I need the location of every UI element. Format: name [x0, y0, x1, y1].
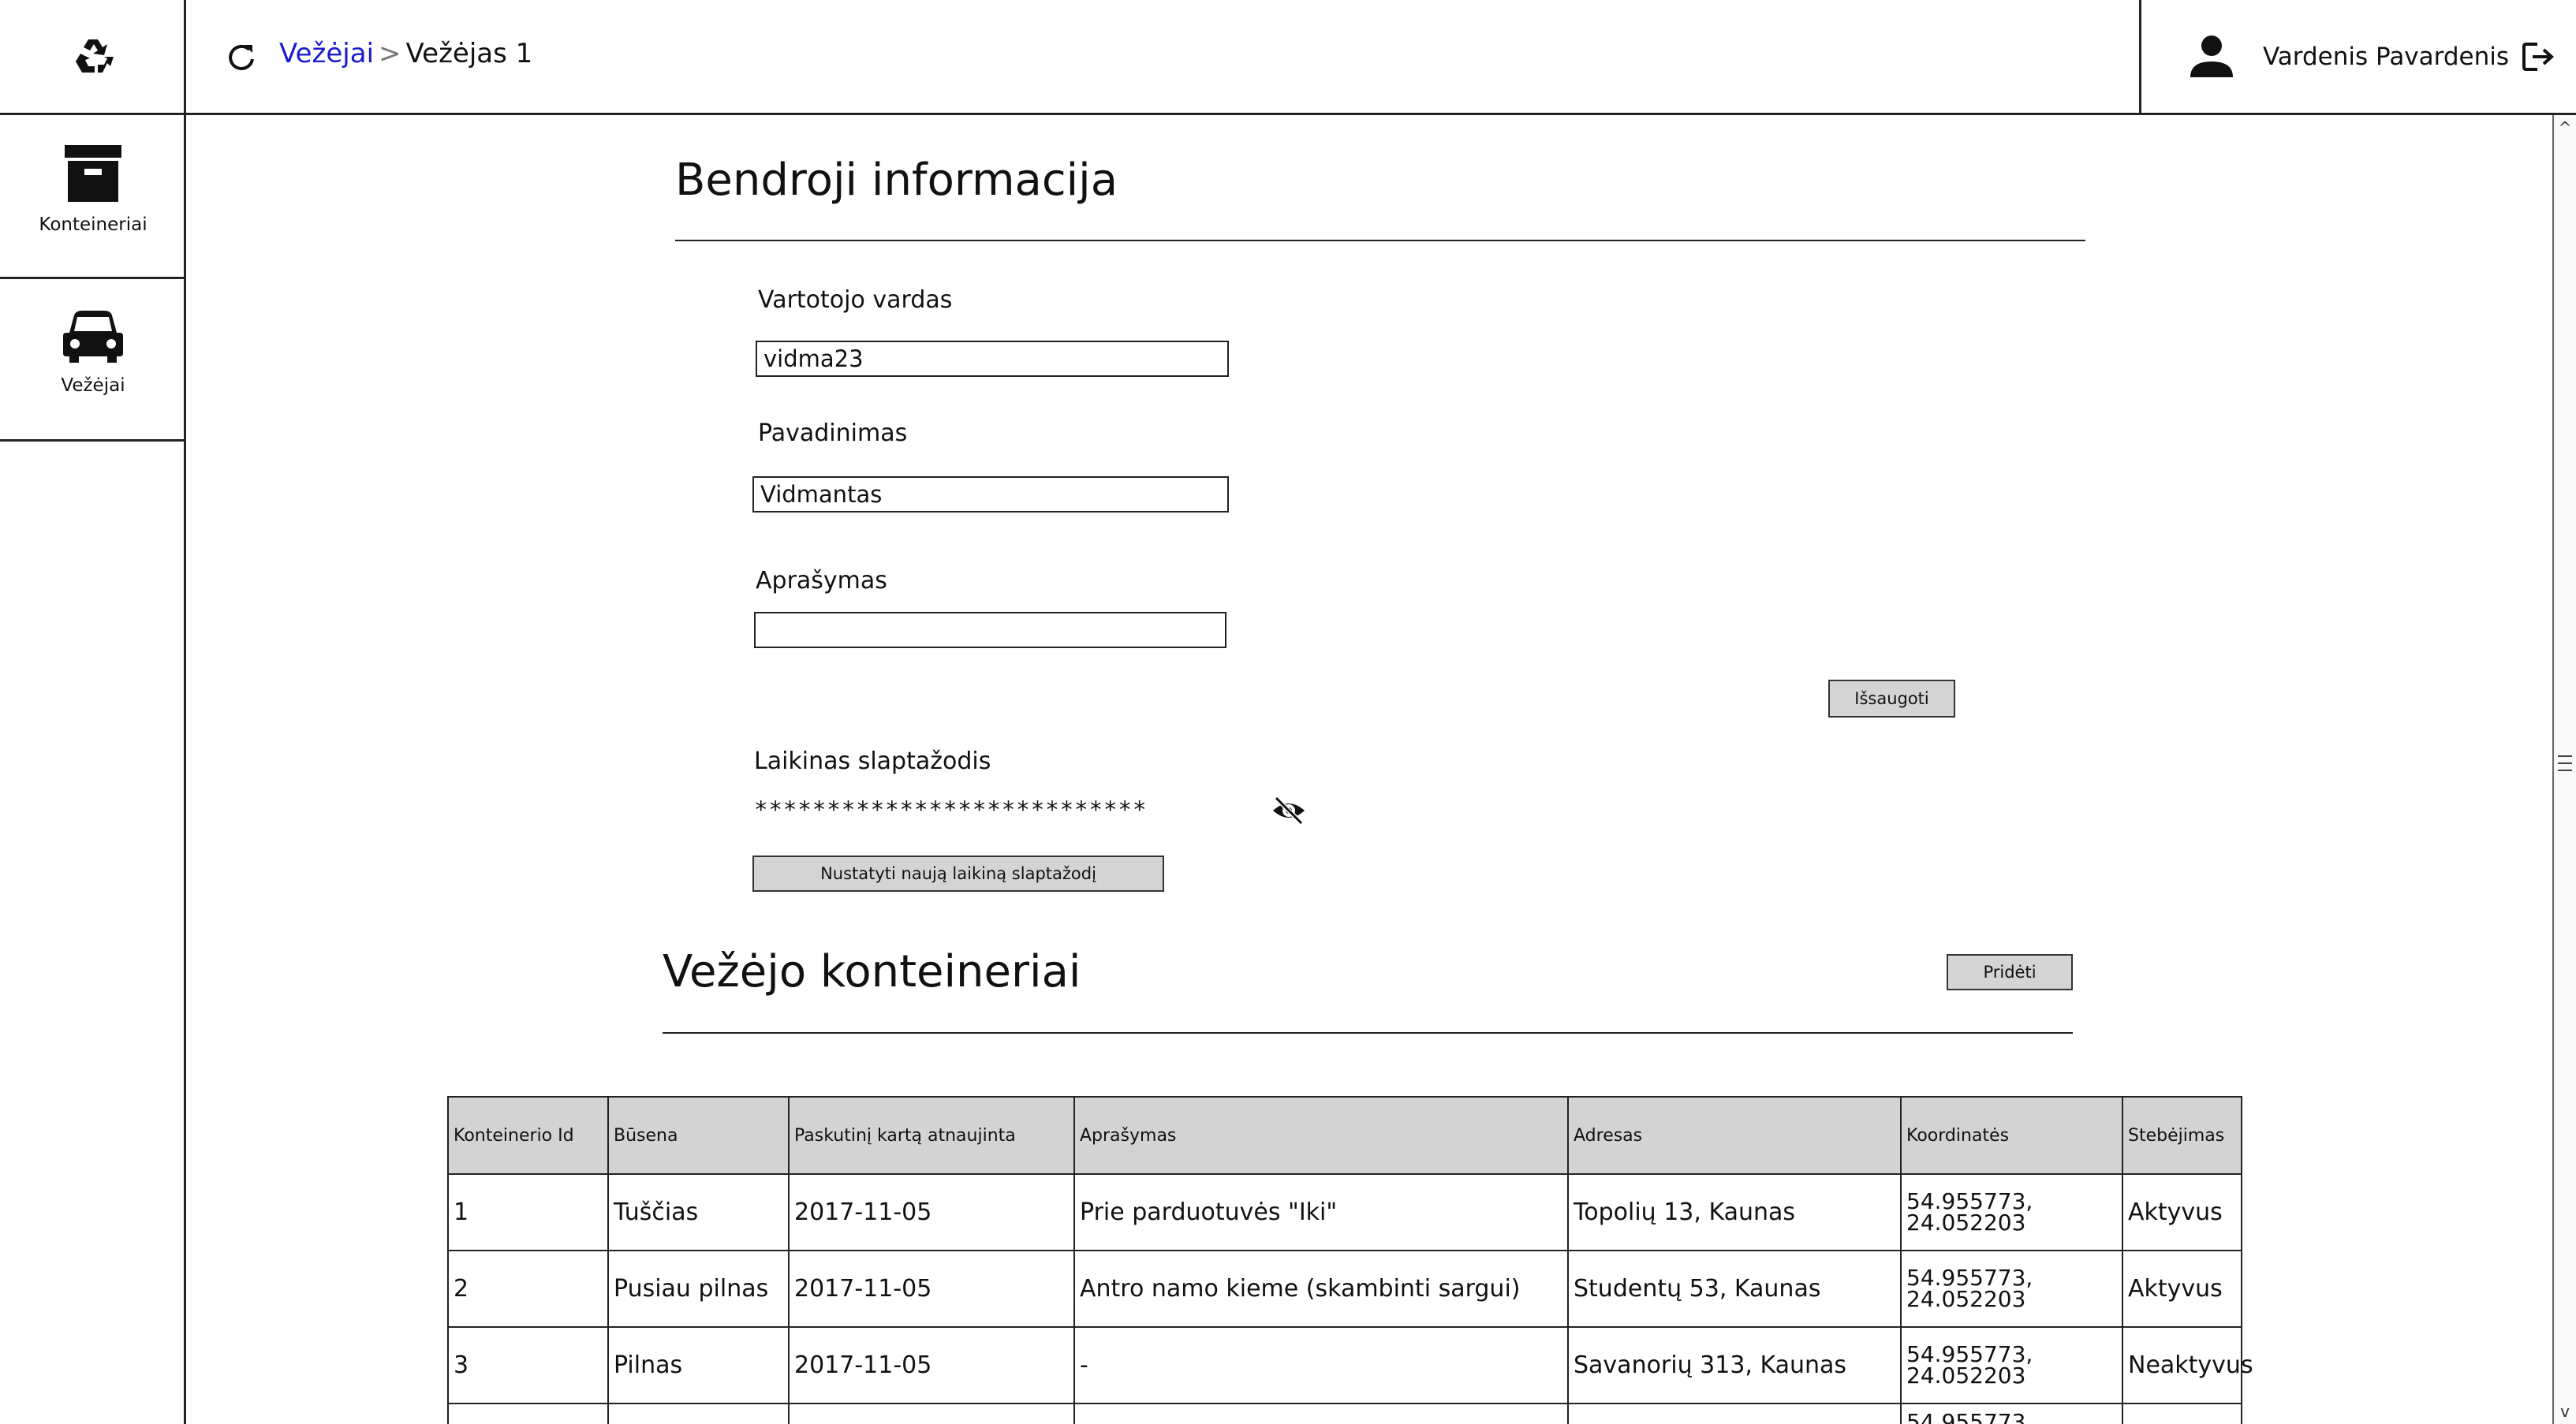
temp-password-value: *************************** [754, 796, 1148, 823]
scroll-up-icon[interactable]: ^ [2554, 118, 2576, 137]
sidebar: Konteineriai Vežėjai [0, 0, 186, 1424]
cell-address: Savanorių 313, Kaunas [1567, 1326, 1902, 1404]
user-name[interactable]: Vardenis Pavardenis [2263, 43, 2509, 71]
username-label: Vartotojo vardas [758, 286, 953, 314]
app-logo[interactable] [0, 0, 186, 115]
column-header[interactable]: Adresas [1567, 1096, 1902, 1175]
sidebar-item-drivers[interactable]: Vežėjai [0, 279, 186, 442]
cell-status [607, 1403, 790, 1424]
column-header[interactable]: Aprašymas [1073, 1096, 1569, 1175]
recycle-icon [76, 39, 114, 73]
vertical-scrollbar[interactable]: ^ v [2552, 115, 2576, 1424]
archive-box-icon [65, 145, 121, 202]
cell-address: Topolių 13, Kaunas [1567, 1173, 1902, 1251]
cell-coordinates: 54.955773, 24.052203 [1900, 1173, 2123, 1251]
cell-coordinates: 54.955773, 24.052203 [1900, 1250, 2123, 1328]
add-container-button[interactable]: Pridėti [1947, 954, 2073, 990]
name-input[interactable] [752, 476, 1229, 513]
cell-coordinates: 54.955773, 24.052203 [1900, 1326, 2123, 1404]
section-divider [675, 240, 2085, 241]
cell-tracking: Aktyvus [2122, 1173, 2242, 1251]
cell-id: 1 [447, 1173, 609, 1251]
cell-description: - [1073, 1326, 1569, 1404]
breadcrumb-separator: > [379, 38, 401, 69]
section-title-general: Bendroji informacija [675, 155, 1118, 206]
sidebar-item-containers[interactable]: Konteineriai [0, 115, 186, 279]
table-row[interactable]: 54.955773 [447, 1403, 2242, 1424]
cell-address [1567, 1403, 1902, 1424]
breadcrumb-current: Vežėjas 1 [405, 38, 533, 69]
name-label: Pavadinimas [758, 419, 908, 447]
coords-line: 24.052203 [1906, 1285, 2026, 1312]
table-row[interactable]: 2 Pusiau pilnas 2017-11-05 Antro namo ki… [447, 1250, 2242, 1328]
cell-id [447, 1403, 609, 1424]
cell-id: 2 [447, 1250, 609, 1328]
set-temp-password-button[interactable]: Nustatyti naują laikiną slaptažodį [752, 856, 1164, 892]
column-header[interactable]: Būsena [607, 1096, 790, 1175]
cell-tracking: Aktyvus [2122, 1250, 2242, 1328]
cell-coordinates: 54.955773 [1900, 1403, 2123, 1424]
cell-status: Tuščias [607, 1173, 790, 1251]
save-button[interactable]: Išsaugoti [1828, 680, 1955, 718]
breadcrumb: Vežėjai > Vežėjas 1 [279, 38, 532, 69]
logout-icon[interactable] [2520, 39, 2555, 74]
sidebar-item-label: Konteineriai [39, 214, 147, 235]
username-input[interactable] [756, 341, 1229, 377]
cell-updated [788, 1403, 1075, 1424]
table-header-row: Konteinerio Id Būsena Paskutinį kartą at… [447, 1096, 2242, 1175]
cell-description [1073, 1403, 1569, 1424]
cell-tracking: Neaktyvus [2122, 1326, 2253, 1404]
refresh-icon[interactable] [226, 42, 257, 73]
coords-line: 24.052203 [1906, 1209, 2026, 1236]
breadcrumb-link-drivers[interactable]: Vežėjai [279, 38, 374, 69]
cell-status: Pusiau pilnas [607, 1250, 790, 1328]
table-row[interactable]: 1 Tuščias 2017-11-05 Prie parduotuvės "I… [447, 1173, 2242, 1251]
column-header[interactable]: Koordinatės [1900, 1096, 2123, 1175]
cell-description: Antro namo kieme (skambinti sargui) [1073, 1250, 1569, 1328]
section-title-containers: Vežėjo konteineriai [663, 946, 1081, 997]
temp-password-label: Laikinas slaptažodis [754, 747, 991, 775]
column-header[interactable]: Paskutinį kartą atnaujinta [788, 1096, 1075, 1175]
cell-status: Pilnas [607, 1326, 790, 1404]
column-header[interactable]: Stebėjimas [2122, 1096, 2242, 1175]
top-header: Vežėjai > Vežėjas 1 Vardenis Pavardenis [186, 0, 2576, 115]
cell-updated: 2017-11-05 [788, 1326, 1075, 1404]
coords-line: 54.955773 [1906, 1409, 2026, 1424]
description-input[interactable] [754, 612, 1226, 648]
user-icon[interactable] [2189, 33, 2234, 79]
column-header[interactable]: Konteinerio Id [447, 1096, 609, 1175]
section-divider [663, 1032, 2073, 1034]
cell-description: Prie parduotuvės "Iki" [1073, 1173, 1569, 1251]
table-row[interactable]: 3 Pilnas 2017-11-05 - Savanorių 313, Kau… [447, 1326, 2253, 1404]
car-icon [63, 311, 123, 363]
coords-line: 24.052203 [1906, 1362, 2026, 1389]
cell-id: 3 [447, 1326, 609, 1404]
scrollbar-thumb[interactable] [2554, 746, 2576, 781]
eye-off-icon[interactable] [1271, 796, 1306, 825]
containers-table: Konteinerio Id Būsena Paskutinį kartą at… [447, 1096, 2253, 1424]
sidebar-item-label: Vežėjai [61, 375, 125, 396]
cell-updated: 2017-11-05 [788, 1173, 1075, 1251]
cell-updated: 2017-11-05 [788, 1250, 1075, 1328]
cell-address: Studentų 53, Kaunas [1567, 1250, 1902, 1328]
scroll-down-icon[interactable]: v [2554, 1402, 2576, 1421]
description-label: Aprašymas [756, 567, 887, 595]
cell-tracking [2122, 1403, 2242, 1424]
user-area: Vardenis Pavardenis [2139, 0, 2576, 115]
